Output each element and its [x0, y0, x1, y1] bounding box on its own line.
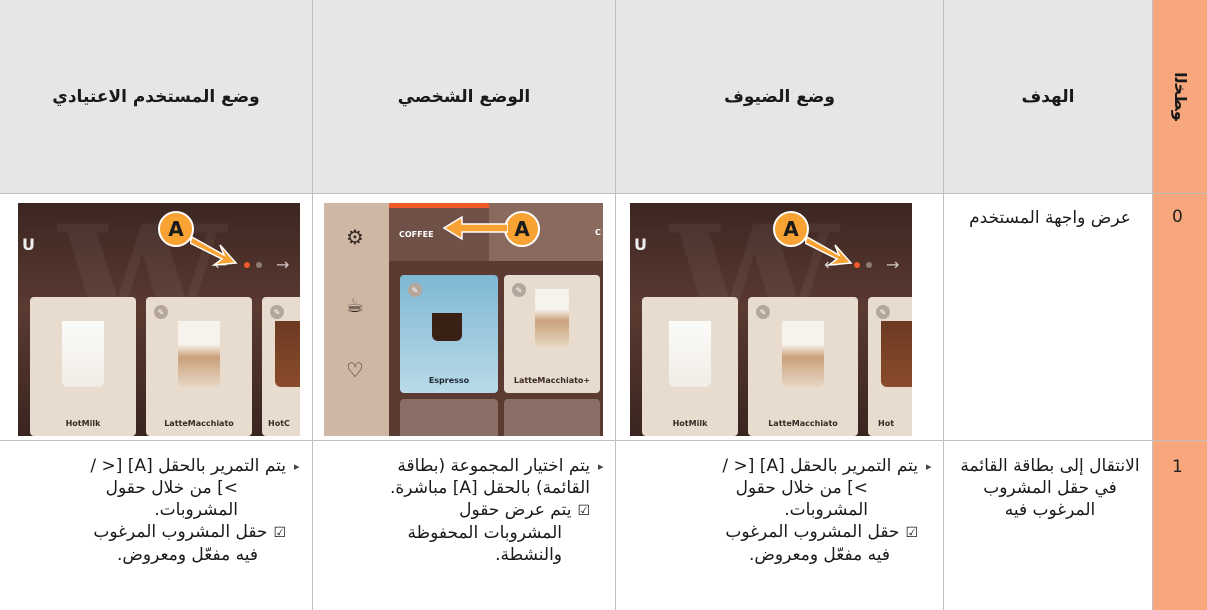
header-step: ﻮﻄﺨﻟﺍ [1153, 0, 1207, 193]
badge-a: A [504, 211, 540, 247]
arrow-icon [190, 235, 238, 266]
personal-mode-screenshot: ⚙ ☕ ♡ COFFEE MILK C A ✎ Espresso ✎ Latte… [324, 203, 603, 436]
step-number-0: 0 [1172, 207, 1183, 227]
goal-row-0: عرض واجهة المستخدم [969, 208, 1131, 228]
guest-mode-description: يتم التمرير بالحقل [A] [< / >] من خلال ح… [722, 456, 918, 565]
header-goal: الهدف [944, 0, 1152, 193]
heart-icon: ♡ [346, 358, 364, 382]
goal-row-1: الانتقال إلى بطاقة القائمة في حقل المشرو… [960, 456, 1140, 520]
gear-icon: ⚙ [346, 225, 364, 249]
badge-a: A [773, 211, 809, 247]
step-number-1: 1 [1172, 457, 1183, 477]
arrow-icon [805, 235, 853, 266]
normal-mode-screenshot: W U ← → A HotMilk ✎ LatteMacchiato ✎ Hot… [18, 203, 300, 436]
arrow-icon [442, 215, 508, 241]
cups-icon: ☕ [346, 293, 364, 317]
header-guest-mode: وضع الضيوف [616, 0, 943, 193]
step-column [1153, 193, 1207, 610]
normal-mode-description: يتم التمرير بالحقل [A] [< / >] من خلال ح… [90, 456, 286, 565]
header-normal-mode: وضع المستخدم الاعتيادي [0, 0, 312, 193]
bullet-icon: ▸ [294, 460, 300, 473]
guest-mode-screenshot: W U ← → A HotMilk ✎ LatteMacchiato ✎ Hot [630, 203, 912, 436]
bullet-icon: ▸ [926, 460, 932, 473]
bullet-icon: ▸ [598, 460, 604, 473]
instruction-table: وضع المستخدم الاعتيادي الوضع الشخصي وضع … [0, 0, 1207, 610]
personal-mode-description: يتم اختيار المجموعة (بطاقة القائمة) بالح… [390, 456, 590, 565]
header-personal-mode: الوضع الشخصي [313, 0, 615, 193]
badge-a: A [158, 211, 194, 247]
